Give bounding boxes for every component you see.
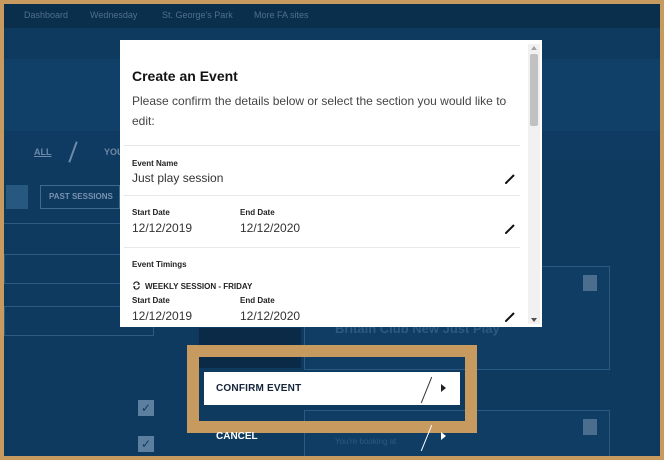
top-nav-bar: Dashboard Wednesday St. George's Park Mo… [4,4,660,28]
edit-pencil-icon[interactable] [504,173,516,185]
recurrence-text: WEEKLY SESSION - FRIDAY [145,282,253,291]
timing-end-date-label: End Date [240,296,275,305]
chevron-right-icon [441,384,446,392]
start-date-label: Start Date [132,208,170,217]
checkbox-checked[interactable]: ✓ [138,400,154,416]
modal-scrollbar[interactable] [528,44,540,324]
tab-all[interactable]: ALL [34,147,52,157]
scroll-thumb[interactable] [530,54,538,126]
cancel-button[interactable]: CANCEL [204,420,460,454]
prev-button[interactable] [6,185,28,209]
edit-pencil-icon[interactable] [504,311,516,323]
timing-start-date-label: Start Date [132,296,170,305]
past-sessions-button[interactable]: PAST SESSIONS [40,185,120,209]
nav-link-day[interactable]: Wednesday [90,10,137,20]
tab-divider [68,141,78,163]
timing-end-date-value: 12/12/2020 [240,309,301,323]
modal-description: Please confirm the details below or sele… [132,94,507,128]
checkbox-checked[interactable]: ✓ [138,436,154,452]
event-name-label: Event Name [132,159,178,168]
nav-link-park[interactable]: St. George's Park [162,10,233,20]
scroll-down-arrow-icon[interactable] [531,318,537,322]
event-timings-label: Event Timings [132,260,187,269]
nav-link-dashboard[interactable]: Dashboard [24,10,68,20]
section-divider [124,195,520,196]
button-divider [420,424,433,452]
section-divider [124,145,520,146]
chevron-right-icon [441,432,446,440]
cancel-label: CANCEL [216,431,258,442]
create-event-modal: Create an Event Please confirm the detai… [120,40,542,327]
button-divider [420,376,433,404]
end-date-label: End Date [240,208,275,217]
nav-link-fa-sites[interactable]: More FA sites [254,10,309,20]
event-name-value: Just play session [132,171,224,185]
flag-icon [583,275,597,291]
section-divider [124,247,520,248]
flag-icon [583,419,597,435]
repeat-icon [133,281,140,290]
confirm-event-label: CONFIRM EVENT [216,383,302,394]
confirm-event-button[interactable]: CONFIRM EVENT [204,372,460,405]
start-date-value: 12/12/2019 [132,221,193,235]
timing-start-date-value: 12/12/2019 [132,309,193,323]
modal-title: Create an Event [132,68,238,84]
edit-pencil-icon[interactable] [504,223,516,235]
recurrence-row: WEEKLY SESSION - FRIDAY [132,281,252,291]
scroll-up-arrow-icon[interactable] [531,46,537,50]
end-date-value: 12/12/2020 [240,221,301,235]
